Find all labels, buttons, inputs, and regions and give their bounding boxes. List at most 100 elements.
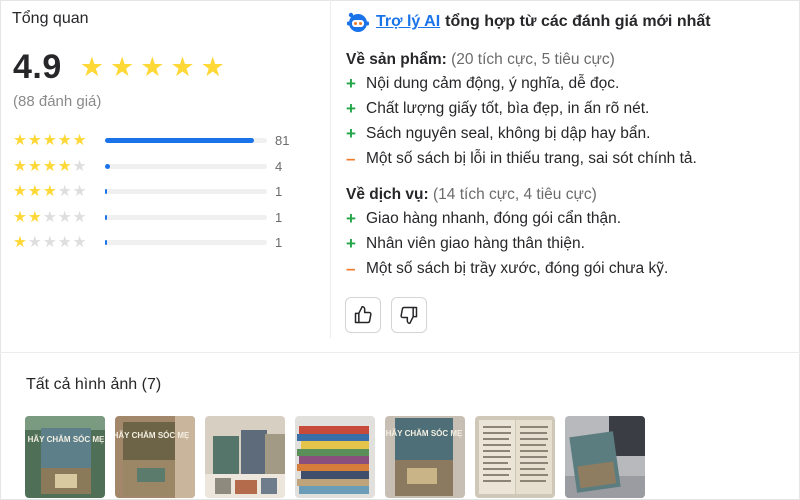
rating-count: 4	[275, 158, 283, 174]
plus-icon: +	[346, 124, 356, 143]
service-section: Về dịch vụ: (14 tích cực, 4 tiêu cực) + …	[346, 184, 786, 281]
star-empty-icon: ★	[72, 157, 87, 175]
star-icon: ★	[140, 52, 165, 82]
star-icon: ★	[13, 234, 27, 251]
star-empty-icon: ★	[72, 234, 87, 251]
star-icon: ★	[27, 208, 42, 226]
star-icon: ★	[42, 157, 57, 175]
rating-bar-fill	[105, 189, 107, 195]
product-label: Về sản phẩm:	[346, 51, 447, 68]
list-item: + Chất lượng giấy tốt, bìa đẹp, in ấn rõ…	[346, 96, 786, 121]
star-empty-icon: ★	[57, 208, 72, 226]
star-icon: ★	[42, 132, 57, 149]
rating-count: 1	[275, 235, 283, 251]
cover-title: HÃY CHĂM SÓC MẸ	[386, 429, 463, 438]
rating-bar-track	[105, 214, 267, 220]
product-section: Về sản phẩm: (20 tích cực, 5 tiêu cực) +…	[346, 49, 786, 171]
rating-row-4[interactable]: ★ ★ ★ ★ ★ 4	[13, 154, 313, 180]
star-empty-icon: ★	[72, 183, 87, 200]
rating-overview: Tổng quan	[12, 10, 312, 28]
section-divider	[0, 352, 800, 353]
rating-count: 1	[275, 209, 283, 225]
score-row: 4.9 ★ ★ ★ ★ ★	[13, 48, 225, 87]
star-empty-icon: ★	[57, 234, 72, 251]
review-photo-7[interactable]	[565, 416, 645, 498]
star-empty-icon: ★	[57, 183, 72, 200]
product-section-title: Về sản phẩm: (20 tích cực, 5 tiêu cực)	[346, 49, 786, 71]
minus-icon: –	[346, 149, 356, 168]
plus-icon: +	[346, 209, 356, 228]
row-stars: ★ ★ ★ ★ ★	[13, 208, 95, 226]
column-divider	[330, 0, 331, 338]
service-section-title: Về dịch vụ: (14 tích cực, 4 tiêu cực)	[346, 184, 786, 206]
review-photo-4[interactable]	[295, 416, 375, 498]
rating-distribution: ★ ★ ★ ★ ★ 81 ★ ★ ★ ★ ★ 4 ★ ★ ★ ★ ★ 1 ★ ★ ★ ★ ★ 1 ★ ★ ★ ★ ★ 1	[13, 128, 313, 256]
list-item: + Nhân viên giao hàng thân thiện.	[346, 231, 786, 256]
rating-row-2[interactable]: ★ ★ ★ ★ ★ 1	[13, 205, 313, 231]
row-stars: ★ ★ ★ ★ ★	[13, 184, 95, 200]
ai-heading-text: tổng hợp từ các đánh giá mới nhất	[445, 13, 711, 30]
thumbs-up-icon	[354, 305, 372, 324]
row-stars: ★ ★ ★ ★ ★	[13, 157, 95, 175]
star-empty-icon: ★	[72, 208, 87, 226]
star-icon: ★	[72, 132, 87, 149]
item-text: Giao hàng nhanh, đóng gói cẩn thận.	[366, 210, 622, 227]
product-stats: (20 tích cực, 5 tiêu cực)	[451, 51, 615, 68]
rating-row-1[interactable]: ★ ★ ★ ★ ★ 1	[13, 230, 313, 256]
list-item: + Nội dung cảm động, ý nghĩa, dễ đọc.	[346, 71, 786, 96]
minus-icon: –	[346, 259, 356, 278]
plus-icon: +	[346, 74, 356, 93]
review-photo-5[interactable]: HÃY CHĂM SÓC MẸ	[385, 416, 465, 498]
star-icon: ★	[57, 132, 72, 149]
review-photo-1[interactable]: HÃY CHĂM SÓC MẸ	[25, 416, 105, 498]
rating-bar-fill	[105, 240, 107, 246]
star-icon: ★	[13, 157, 27, 175]
rating-row-5[interactable]: ★ ★ ★ ★ ★ 81	[13, 128, 313, 154]
dislike-button[interactable]	[391, 297, 427, 333]
ai-summary: Trợ lý AI tổng hợp từ các đánh giá mới n…	[346, 11, 786, 33]
rating-bar-track	[105, 240, 267, 246]
rating-bar-fill	[105, 138, 255, 144]
list-item: + Sách nguyên seal, không bị dập hay bẩn…	[346, 121, 786, 146]
images-title: Tất cả hình ảnh (7)	[26, 376, 162, 393]
star-empty-icon: ★	[42, 208, 57, 226]
star-icon: ★	[42, 183, 57, 200]
star-icon: ★	[170, 52, 195, 82]
row-stars: ★ ★ ★ ★ ★	[13, 133, 95, 149]
service-stats: (14 tích cực, 4 tiêu cực)	[433, 186, 597, 203]
ai-assistant-link[interactable]: Trợ lý AI	[376, 13, 440, 31]
star-icon: ★	[27, 183, 42, 200]
star-icon: ★	[79, 52, 104, 82]
thumbs-down-icon	[400, 306, 418, 325]
ai-summary-heading: Trợ lý AI tổng hợp từ các đánh giá mới n…	[346, 11, 786, 33]
list-item: – Một số sách bị lỗi in thiếu trang, sai…	[346, 146, 786, 171]
item-text: Nội dung cảm động, ý nghĩa, dễ đọc.	[366, 75, 620, 92]
rating-bar-fill	[105, 163, 110, 169]
row-stars: ★ ★ ★ ★ ★	[13, 235, 95, 251]
rating-bar-track	[105, 163, 267, 169]
star-icon: ★	[13, 208, 27, 226]
cover-title: HÃY CHĂM SÓC MẸ	[115, 431, 190, 440]
list-item: + Giao hàng nhanh, đóng gói cẩn thận.	[346, 206, 786, 231]
item-text: Một số sách bị trầy xước, đóng gói chưa …	[366, 260, 669, 277]
review-photo-6[interactable]	[475, 416, 555, 498]
star-icon: ★	[13, 132, 27, 149]
average-score: 4.9	[13, 48, 62, 86]
item-text: Sách nguyên seal, không bị dập hay bẩn.	[366, 125, 651, 142]
overview-title: Tổng quan	[12, 10, 89, 27]
rating-bar-fill	[105, 214, 107, 220]
item-text: Một số sách bị lỗi in thiếu trang, sai s…	[366, 150, 697, 167]
rating-count: 81	[275, 133, 290, 149]
item-text: Nhân viên giao hàng thân thiện.	[366, 235, 585, 252]
rating-bar-track	[105, 189, 267, 195]
star-icon: ★	[27, 132, 42, 149]
review-photo-2[interactable]: HÃY CHĂM SÓC MẸ	[115, 416, 195, 498]
review-count: (88 đánh giá)	[13, 93, 102, 110]
like-button[interactable]	[345, 297, 381, 333]
image-gallery: HÃY CHĂM SÓC MẸ HÃY CHĂM SÓC MẸ HÃY CHĂM…	[25, 416, 645, 498]
plus-icon: +	[346, 234, 356, 253]
rating-row-3[interactable]: ★ ★ ★ ★ ★ 1	[13, 179, 313, 205]
star-icon: ★	[27, 157, 42, 175]
star-empty-icon: ★	[42, 234, 57, 251]
review-photo-3[interactable]	[205, 416, 285, 498]
